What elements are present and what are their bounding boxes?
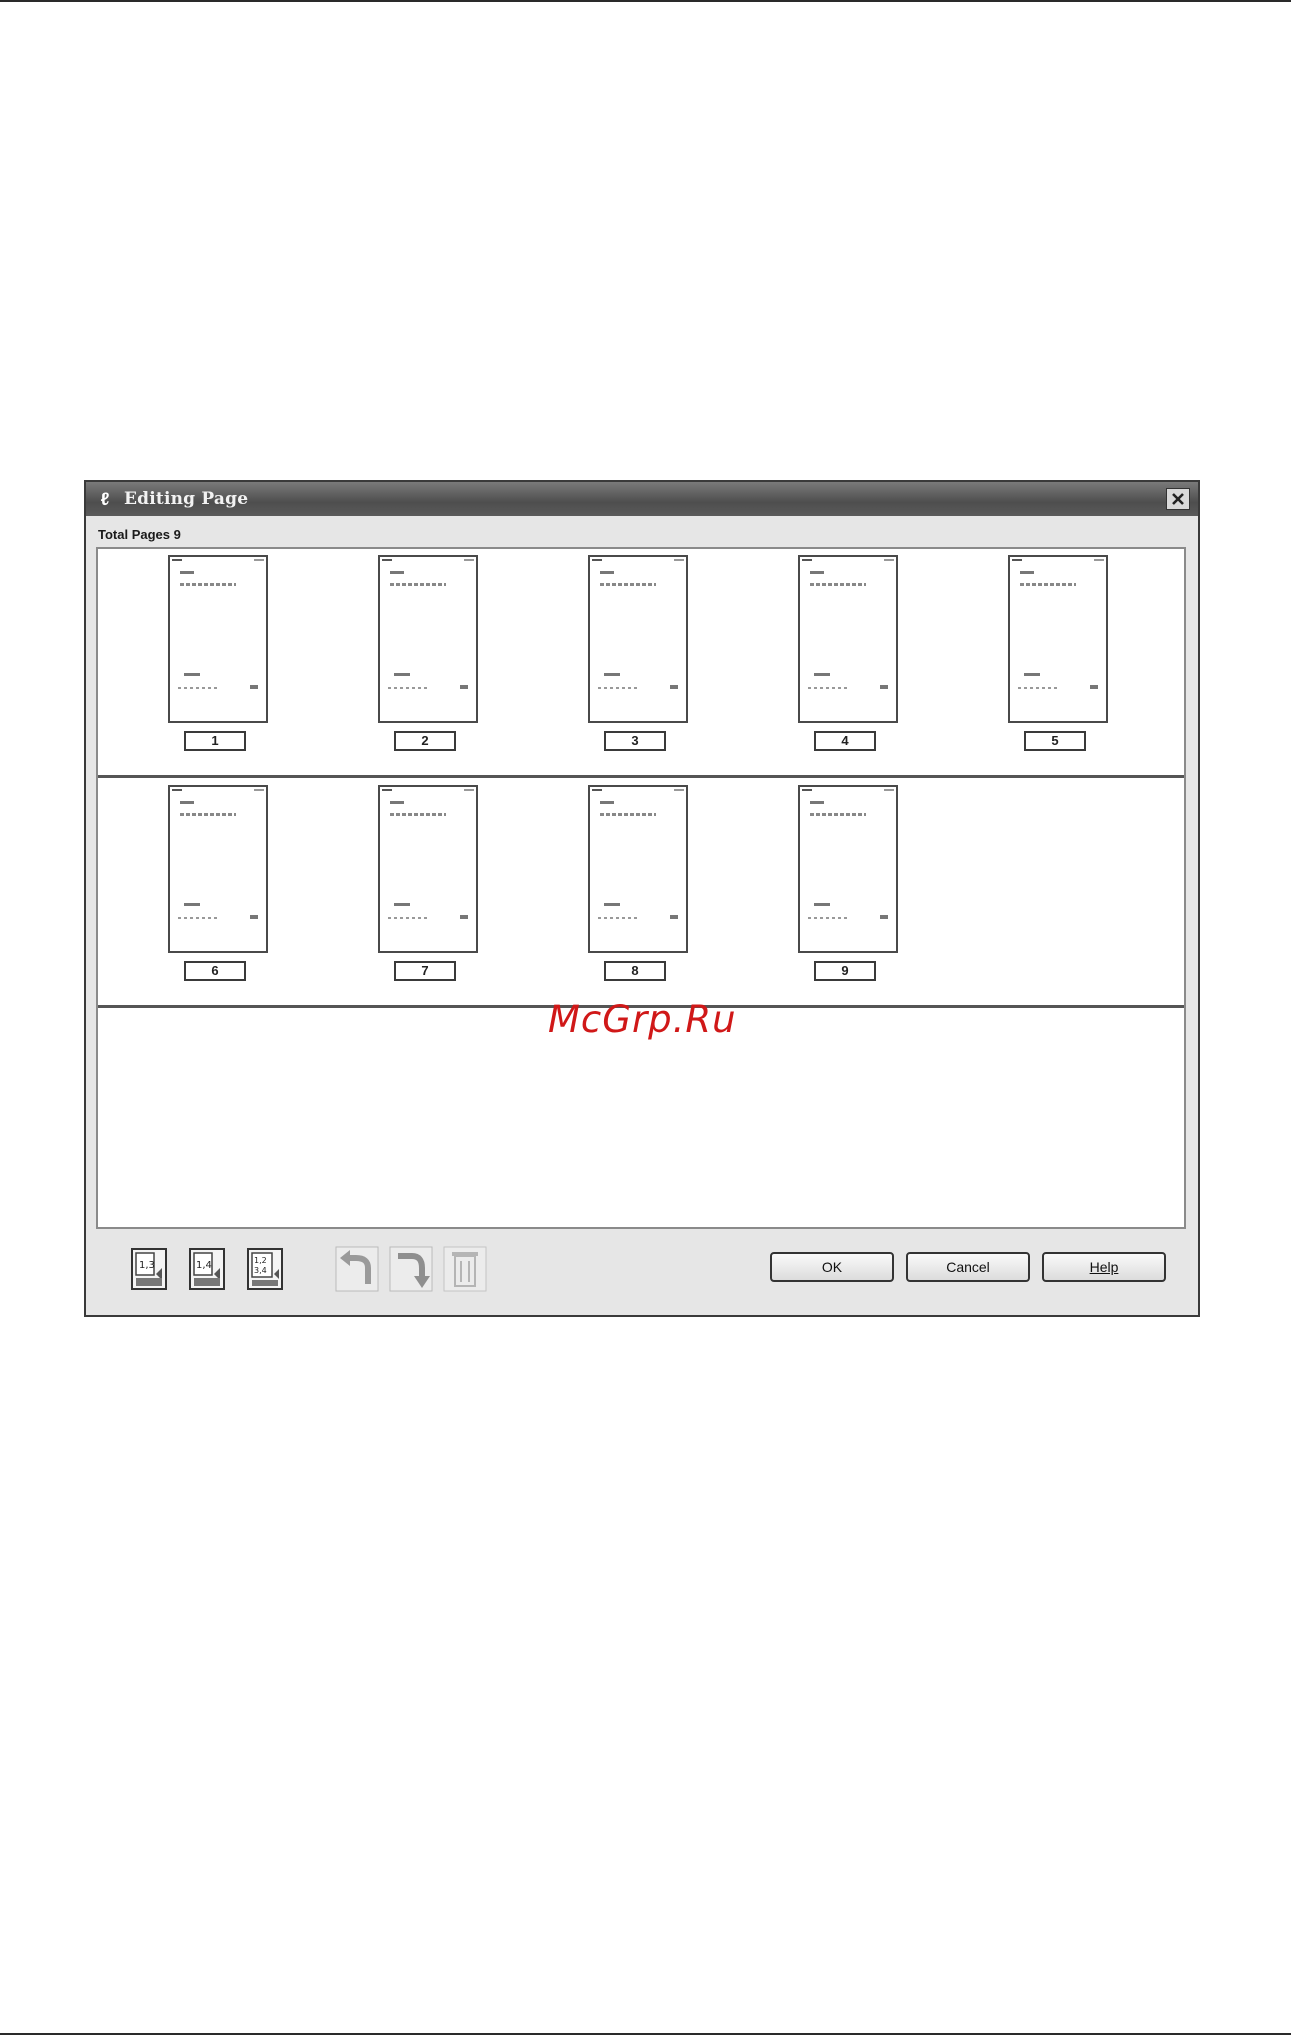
rotate-left-button[interactable] — [334, 1244, 380, 1294]
total-pages-label: Total Pages 9 — [98, 527, 181, 542]
close-button[interactable] — [1166, 488, 1190, 510]
help-button[interactable]: Help — [1042, 1252, 1166, 1282]
page-number: 1 — [184, 731, 246, 751]
page-preview — [798, 555, 898, 723]
page-bottom-rule — [0, 2033, 1291, 2035]
editing-page-dialog: ℓ Editing Page Total Pages 9 1 2 3 4 5 6… — [84, 480, 1200, 1317]
dialog-title: Editing Page — [124, 489, 249, 509]
page-number: 5 — [1024, 731, 1086, 751]
layout-1-2-3-4-button[interactable]: 1,2 3,4 — [242, 1244, 288, 1294]
layout-1-2-3-4-icon: 1,2 3,4 — [247, 1248, 283, 1290]
dialog-toolbar: 1,3 1,4 1,2 3,4 OK Cancel Help — [86, 1237, 1198, 1307]
page-number: 2 — [394, 731, 456, 751]
close-icon — [1172, 493, 1184, 505]
svg-text:1,3: 1,3 — [139, 1260, 155, 1271]
page-preview — [588, 555, 688, 723]
page-preview — [378, 555, 478, 723]
svg-text:1,4: 1,4 — [196, 1260, 212, 1271]
layout-1-4-icon: 1,4 — [189, 1248, 225, 1290]
page-number: 6 — [184, 961, 246, 981]
page-preview — [1008, 555, 1108, 723]
layout-1-3-icon: 1,3 — [131, 1248, 167, 1290]
page-row-1: 1 2 3 4 5 — [98, 549, 1184, 779]
layout-1-4-button[interactable]: 1,4 — [184, 1244, 230, 1294]
watermark: McGrp.Ru — [548, 998, 737, 1041]
rotate-right-button[interactable] — [388, 1244, 434, 1294]
page-number: 8 — [604, 961, 666, 981]
page-preview — [588, 785, 688, 953]
delete-icon — [443, 1246, 487, 1292]
page-preview — [378, 785, 478, 953]
layout-1-3-button[interactable]: 1,3 — [126, 1244, 172, 1294]
ok-button[interactable]: OK — [770, 1252, 894, 1282]
title-bar[interactable]: ℓ Editing Page — [86, 482, 1198, 516]
delete-button[interactable] — [442, 1244, 488, 1294]
page-number: 9 — [814, 961, 876, 981]
svg-text:1,2: 1,2 — [254, 1256, 267, 1265]
row-divider — [98, 775, 1184, 778]
page-top-rule — [0, 0, 1291, 2]
svg-text:3,4: 3,4 — [254, 1266, 267, 1275]
page-thumbnails-area[interactable]: 1 2 3 4 5 6 7 8 9 — [96, 547, 1186, 1229]
page-preview — [168, 785, 268, 953]
page-row-2: 6 7 8 9 — [98, 779, 1184, 1009]
page-number: 7 — [394, 961, 456, 981]
rotate-right-icon — [389, 1246, 433, 1292]
page-number: 3 — [604, 731, 666, 751]
app-icon: ℓ — [100, 489, 110, 509]
page-preview — [168, 555, 268, 723]
page-preview — [798, 785, 898, 953]
page-number: 4 — [814, 731, 876, 751]
rotate-left-icon — [335, 1246, 379, 1292]
cancel-button[interactable]: Cancel — [906, 1252, 1030, 1282]
